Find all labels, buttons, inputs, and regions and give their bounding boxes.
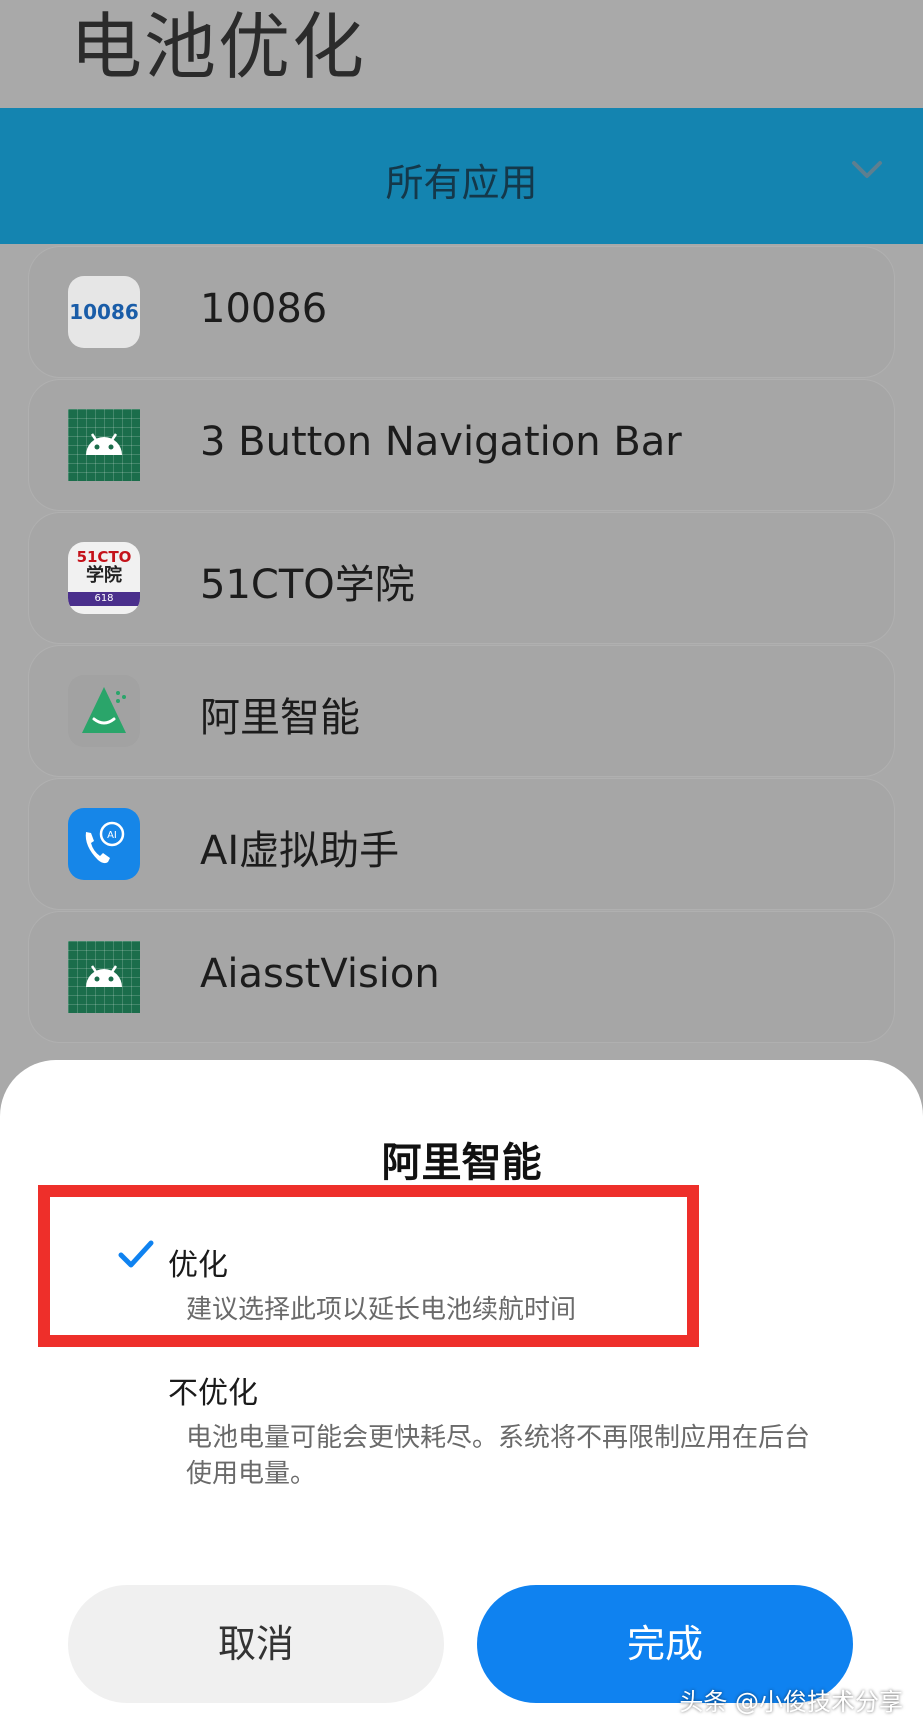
android-icon [68,409,140,481]
option-title: 不优化 [168,1376,258,1411]
app-name: 阿里智能 [200,695,360,741]
list-item[interactable]: AiasstVision [28,911,895,1043]
51cto-icon-text: 51CTO [76,548,132,566]
10086-icon: 10086 [68,276,140,348]
ali-smart-icon [68,675,140,747]
app-name: 3 Button Navigation Bar [200,419,682,465]
app-filter-dropdown[interactable]: 所有应用 [0,108,923,244]
app-name: 10086 [200,286,328,332]
dialog-title: 阿里智能 [381,1140,542,1186]
list-item[interactable]: 3 Button Navigation Bar [28,379,895,511]
app-name: AiasstVision [200,951,440,997]
list-item[interactable]: 阿里智能 [28,645,895,777]
list-item[interactable]: 51CTO 学院 618 51CTO学院 [28,512,895,644]
svg-text:AI: AI [107,830,117,841]
cancel-button[interactable]: 取消 [68,1585,444,1703]
chevron-down-icon [852,161,882,178]
app-name: AI虚拟助手 [200,828,400,874]
watermark: 头条 @小俊技术分享 [679,1688,903,1716]
page-title: 电池优化 [70,5,367,89]
battery-optimization-dialog: 阿里智能 优化 建议选择此项以延长电池续航时间 不优化 电池电量可能会更快耗尽。… [0,1060,923,1735]
51cto-icon: 51CTO 学院 618 [68,542,140,614]
filter-label: 所有应用 [385,161,538,205]
app-name: 51CTO学院 [200,562,415,608]
list-item[interactable]: AI AI虚拟助手 [28,778,895,910]
51cto-icon-subtext: 学院 [86,565,122,586]
app-list: 10086 10086 3 Button Navigation Bar 51CT… [28,246,895,1044]
51cto-icon-badge: 618 [68,592,140,606]
option-description: 电池电量可能会更快耗尽。系统将不再限制应用在后台使用电量。 [186,1423,811,1489]
android-icon [68,941,140,1013]
10086-icon-text: 10086 [69,300,139,324]
ai-assistant-icon: AI [68,808,140,880]
list-item[interactable]: 10086 10086 [28,246,895,378]
highlight-annotation [38,1185,699,1347]
